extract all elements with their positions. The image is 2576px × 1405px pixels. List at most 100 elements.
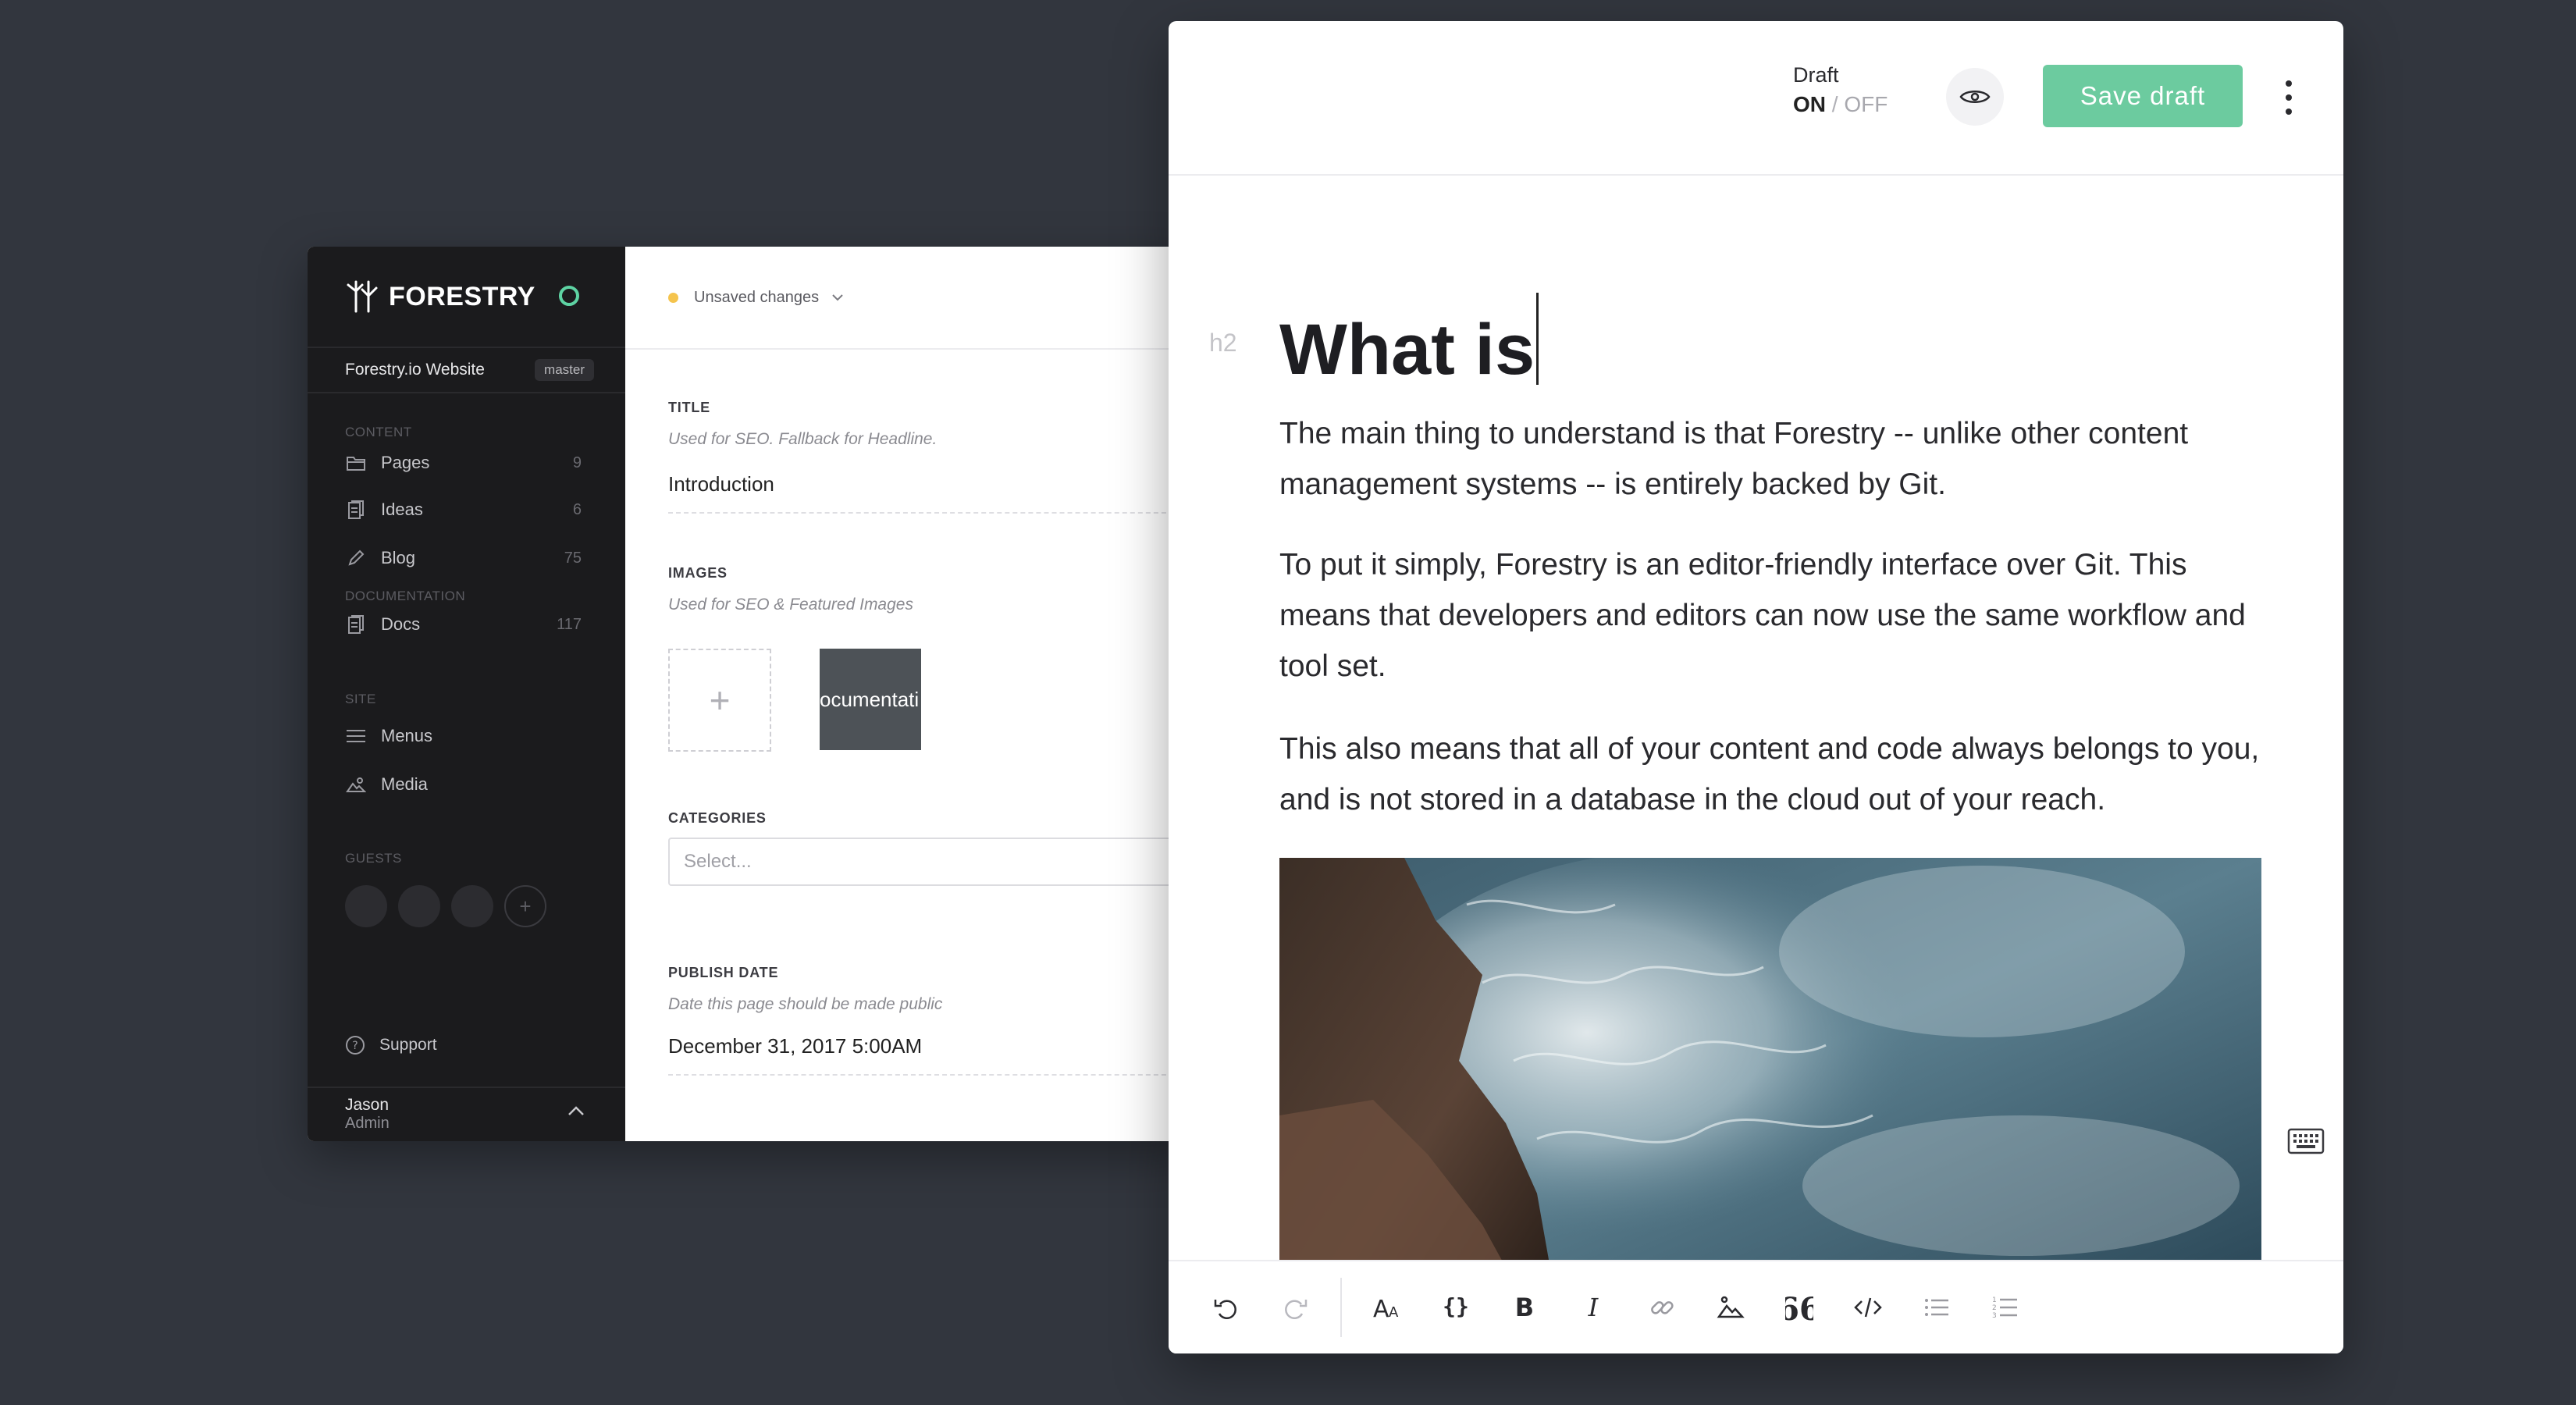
guest-list: + — [308, 885, 625, 927]
draft-off[interactable]: OFF — [1844, 92, 1888, 116]
sync-status-icon — [559, 286, 579, 306]
block-type-marker: h2 — [1209, 329, 1237, 357]
editor-heading[interactable]: What is — [1279, 293, 1539, 391]
nav-count: 117 — [557, 615, 582, 633]
support-link[interactable]: ? Support — [345, 1035, 437, 1055]
nav-label: Menus — [381, 726, 433, 745]
svg-text:1: 1 — [1992, 1297, 1997, 1304]
editor-body[interactable]: h2 What is The main thing to understand … — [1169, 177, 2343, 1282]
paragraph[interactable]: This also means that all of your content… — [1279, 724, 2271, 825]
text-size-icon[interactable]: AA — [1353, 1273, 1421, 1342]
ocean-photo[interactable] — [1279, 858, 2261, 1282]
unsaved-label: Unsaved changes — [694, 288, 820, 306]
nav-label: Media — [381, 774, 428, 794]
user-role: Admin — [345, 1115, 390, 1132]
user-menu[interactable]: Jason Admin — [308, 1087, 625, 1141]
publish-date-field: PUBLISH DATE Date this page should be ma… — [668, 965, 1190, 1076]
editor-header: Draft ON / OFF Save draft — [1169, 21, 2343, 176]
nav-label: Blog — [381, 548, 416, 567]
quote-icon[interactable]: 66 — [1765, 1273, 1834, 1342]
image-thumbnail[interactable]: ocumentati — [820, 649, 921, 750]
image-icon — [345, 774, 367, 795]
pencil-icon — [345, 547, 367, 569]
svg-text:{}: {} — [1443, 1293, 1469, 1319]
paragraph[interactable]: The main thing to understand is that For… — [1279, 408, 2271, 510]
image-icon[interactable] — [1696, 1273, 1765, 1342]
section-label-content: CONTENT — [345, 425, 412, 439]
chevron-up-icon — [568, 1106, 584, 1115]
eye-icon — [1959, 91, 1991, 103]
svg-text:?: ? — [352, 1040, 358, 1052]
svg-text:A: A — [1373, 1296, 1389, 1321]
sidebar-item-pages[interactable]: Pages 9 — [308, 440, 625, 486]
bold-icon[interactable]: B — [1490, 1273, 1559, 1342]
site-name: Forestry.io Website — [345, 361, 485, 379]
code-icon[interactable] — [1834, 1273, 1902, 1342]
svg-text:A: A — [1389, 1304, 1399, 1321]
front-matter-panel: Unsaved changes TITLE Used for SEO. Fall… — [625, 247, 1190, 1141]
svg-text:66: 66 — [1785, 1293, 1813, 1321]
folder-icon — [345, 452, 367, 474]
title-input[interactable]: Introduction — [668, 472, 1190, 514]
thumb-text: ocumentati — [820, 687, 920, 711]
nav-label: Ideas — [381, 500, 423, 519]
brand-name: FORESTRY — [389, 281, 535, 311]
categories-select[interactable]: Select... — [668, 838, 1190, 886]
nav-label: Docs — [381, 614, 421, 634]
text-caret — [1536, 293, 1539, 385]
sidebar-item-ideas[interactable]: Ideas 6 — [308, 486, 625, 534]
bullet-list-icon[interactable] — [1902, 1273, 1971, 1342]
site-switcher[interactable]: Forestry.io Website master — [308, 348, 625, 393]
documents-icon — [345, 499, 367, 521]
editor-toolbar: AA {} B I 66 123 — [1169, 1260, 2343, 1353]
svg-text:3: 3 — [1992, 1312, 1997, 1320]
sidebar-item-media[interactable]: Media — [308, 760, 625, 809]
sidebar-item-menus[interactable]: Menus — [308, 712, 625, 760]
section-label-guests: GUESTS — [345, 851, 402, 866]
keyboard-icon[interactable] — [2287, 1128, 2325, 1154]
preview-button[interactable] — [1946, 68, 2004, 126]
section-label-site: SITE — [345, 692, 376, 706]
save-draft-button[interactable]: Save draft — [2043, 65, 2243, 127]
nav-label: Pages — [381, 453, 430, 472]
toolbar-divider — [1340, 1278, 1342, 1337]
draft-separator: / — [1831, 92, 1838, 116]
documents-icon — [345, 614, 367, 635]
svg-text:B: B — [1515, 1293, 1534, 1321]
categories-field: CATEGORIES Select... — [668, 810, 1190, 886]
field-help: Date this page should be made public — [668, 995, 943, 1013]
field-help: Used for SEO. Fallback for Headline. — [668, 430, 938, 448]
svg-text:I: I — [1588, 1293, 1599, 1321]
sidebar-item-docs[interactable]: Docs 117 — [308, 604, 625, 645]
publish-date-input[interactable]: December 31, 2017 5:00AM — [668, 1034, 1190, 1076]
nav-count: 6 — [572, 500, 582, 518]
paragraph[interactable]: To put it simply, Forestry is an editor-… — [1279, 539, 2271, 692]
braces-icon[interactable]: {} — [1421, 1273, 1490, 1342]
draft-on[interactable]: ON — [1793, 92, 1826, 116]
guest-avatar[interactable] — [398, 885, 440, 927]
menu-icon — [345, 725, 367, 747]
add-image-button[interactable]: + — [668, 649, 771, 752]
unsaved-changes-toggle[interactable]: Unsaved changes — [625, 247, 1190, 350]
more-options-icon[interactable] — [2277, 76, 2300, 119]
add-guest-button[interactable]: + — [504, 885, 546, 927]
forestry-logo-icon — [347, 280, 378, 313]
undo-icon[interactable] — [1192, 1273, 1261, 1342]
images-field: IMAGES Used for SEO & Featured Images + … — [668, 565, 1190, 752]
section-label-documentation: DOCUMENTATION — [345, 589, 466, 603]
guest-avatar[interactable] — [451, 885, 493, 927]
draft-toggle[interactable]: Draft ON / OFF — [1793, 63, 1888, 117]
redo-icon[interactable] — [1261, 1273, 1329, 1342]
guest-avatar[interactable] — [345, 885, 387, 927]
field-label: CATEGORIES — [668, 810, 767, 826]
numbered-list-icon[interactable]: 123 — [1971, 1273, 2040, 1342]
help-icon: ? — [346, 1036, 365, 1055]
nav-count: 9 — [572, 454, 582, 471]
chevron-down-icon — [832, 294, 843, 301]
link-icon[interactable] — [1628, 1273, 1696, 1342]
italic-icon[interactable]: I — [1559, 1273, 1628, 1342]
field-label: TITLE — [668, 400, 710, 415]
sidebar-item-blog[interactable]: Blog 75 — [308, 534, 625, 582]
user-name: Jason — [345, 1096, 390, 1114]
editor-window: Draft ON / OFF Save draft h2 What is The… — [1169, 21, 2343, 1353]
